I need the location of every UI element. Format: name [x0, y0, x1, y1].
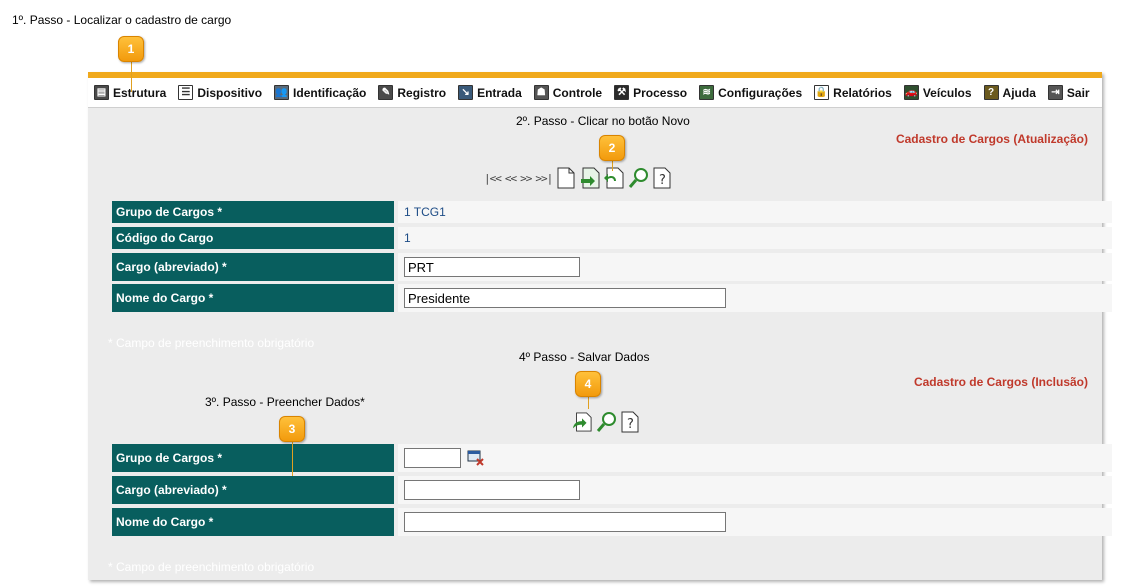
callout-3-leader [292, 442, 293, 476]
callout-2: 2 [599, 135, 625, 161]
search-icon[interactable] [628, 166, 649, 190]
menu-label: Registro [397, 85, 447, 100]
insert-section-title: Cadastro de Cargos (Inclusão) [913, 375, 1088, 389]
update-section-title: Cadastro de Cargos (Atualização) [895, 132, 1088, 146]
last-record-icon[interactable]: >>| [535, 172, 553, 185]
nome-cargo-input[interactable] [404, 512, 726, 532]
callout-1: 1 [118, 36, 144, 62]
menu-sair[interactable]: ⇥ Sair [1047, 85, 1090, 100]
svg-text:?: ? [659, 173, 666, 188]
structure-icon: ▤ [94, 85, 109, 100]
vehicle-icon: 🚗 [903, 85, 919, 100]
codigo-value: 1 [398, 227, 1112, 249]
help-document-icon[interactable]: ? [652, 166, 672, 190]
callout-3: 3 [279, 416, 305, 442]
new-document-icon[interactable] [556, 166, 576, 190]
menu-registro[interactable]: ✎ Registro [378, 85, 446, 100]
save-icon[interactable] [572, 410, 592, 434]
menu-veiculos[interactable]: 🚗 Veículos [903, 85, 972, 100]
menu-label: Sair [1066, 85, 1090, 100]
insert-toolbar: ? [572, 410, 640, 434]
search-icon[interactable] [596, 410, 616, 434]
menu-label: Identificação [293, 85, 367, 100]
menu-relatorios[interactable]: 🔒 Relatórios [814, 85, 892, 100]
edit-document-icon[interactable] [580, 166, 600, 190]
insert-row-abreviado: Cargo (abreviado) * [112, 476, 1112, 504]
identification-icon: 👥 [274, 85, 290, 100]
menu-configuracoes[interactable]: ≋ Configurações [699, 85, 802, 100]
step1-caption: 1º. Passo - Localizar o cadastro de carg… [12, 13, 232, 27]
exit-icon: ⇥ [1047, 85, 1063, 100]
cargo-abreviado-input[interactable] [404, 257, 580, 277]
registry-icon: ✎ [378, 85, 394, 100]
field-label: Grupo de Cargos * [112, 201, 394, 223]
insert-row-nome: Nome do Cargo * [112, 508, 1112, 536]
menu-controle[interactable]: ☗ Controle [533, 85, 603, 100]
help-document-icon[interactable]: ? [620, 410, 640, 434]
undo-document-icon[interactable] [604, 166, 624, 190]
lookup-icon[interactable] [467, 449, 485, 467]
grupo-value: 1 TCG1 [398, 201, 1112, 223]
field-label: Grupo de Cargos * [112, 444, 394, 472]
menu-entrada[interactable]: ↘ Entrada [458, 85, 522, 100]
menu-label: Configurações [718, 85, 803, 100]
required-note: * Campo de preenchimento obrigatório [108, 560, 315, 574]
menu-label: Dispositivo [197, 85, 263, 100]
process-icon: ⚒ [614, 85, 630, 100]
menu-label: Relatórios [833, 85, 892, 100]
field-label: Cargo (abreviado) * [112, 476, 394, 504]
menu-label: Entrada [477, 85, 522, 100]
field-label: Nome do Cargo * [112, 284, 394, 312]
entry-icon: ↘ [458, 85, 474, 100]
step3-caption: 3º. Passo - Preencher Dados* [205, 395, 365, 409]
nome-cargo-input[interactable] [404, 288, 726, 308]
menu-bar: ▤ Estrutura ☰ Dispositivo 👥 Identificação ✎… [88, 78, 1102, 108]
update-row-abreviado: Cargo (abreviado) * [112, 253, 1112, 281]
svg-text:?: ? [627, 417, 634, 432]
settings-icon: ≋ [699, 85, 715, 100]
update-row-grupo: Grupo de Cargos * 1 TCG1 [112, 201, 1112, 223]
callout-1-leader [131, 62, 132, 92]
step2-caption: 2º. Passo - Clicar no botão Novo [516, 114, 690, 128]
insert-row-grupo: Grupo de Cargos * [112, 444, 1112, 472]
first-record-icon[interactable]: |<< [484, 172, 502, 185]
app-window: ▤ Estrutura ☰ Dispositivo 👥 Identificação ✎… [88, 72, 1112, 580]
menu-label: Ajuda [1002, 85, 1036, 100]
menu-label: Controle [552, 85, 603, 100]
update-row-nome: Nome do Cargo * [112, 284, 1112, 312]
abreviado-cell [398, 253, 1112, 281]
callout-4-leader [588, 397, 589, 409]
update-toolbar: |<< << >> >>| ? [484, 166, 672, 190]
grupo-cargos-input[interactable] [404, 448, 461, 468]
cargo-abreviado-input[interactable] [404, 480, 580, 500]
required-note: * Campo de preenchimento obrigatório [108, 336, 315, 350]
menu-label: Estrutura [113, 85, 167, 100]
callout-2-leader [612, 161, 613, 171]
reports-icon: 🔒 [814, 85, 830, 100]
device-icon: ☰ [178, 85, 194, 100]
abreviado-cell [398, 476, 1112, 504]
menu-identificacao[interactable]: 👥 Identificação [274, 85, 366, 100]
control-icon: ☗ [533, 85, 549, 100]
help-icon: ? [983, 85, 999, 100]
nome-cell [398, 508, 1112, 536]
menu-ajuda[interactable]: ? Ajuda [983, 85, 1036, 100]
callout-4: 4 [575, 371, 601, 397]
field-label: Cargo (abreviado) * [112, 253, 394, 281]
menu-processo[interactable]: ⚒ Processo [614, 85, 687, 100]
menu-dispositivo[interactable]: ☰ Dispositivo [178, 85, 262, 100]
grupo-cell [398, 444, 1112, 472]
update-row-codigo: Código do Cargo 1 [112, 227, 1112, 249]
step4-caption: 4º Passo - Salvar Dados [519, 350, 650, 364]
next-record-icon[interactable]: >> [520, 172, 532, 185]
nome-cell [398, 284, 1112, 312]
menu-label: Processo [633, 85, 688, 100]
field-label: Código do Cargo [112, 227, 394, 249]
previous-record-icon[interactable]: << [505, 172, 517, 185]
field-label: Nome do Cargo * [112, 508, 394, 536]
menu-label: Veículos [922, 85, 972, 100]
